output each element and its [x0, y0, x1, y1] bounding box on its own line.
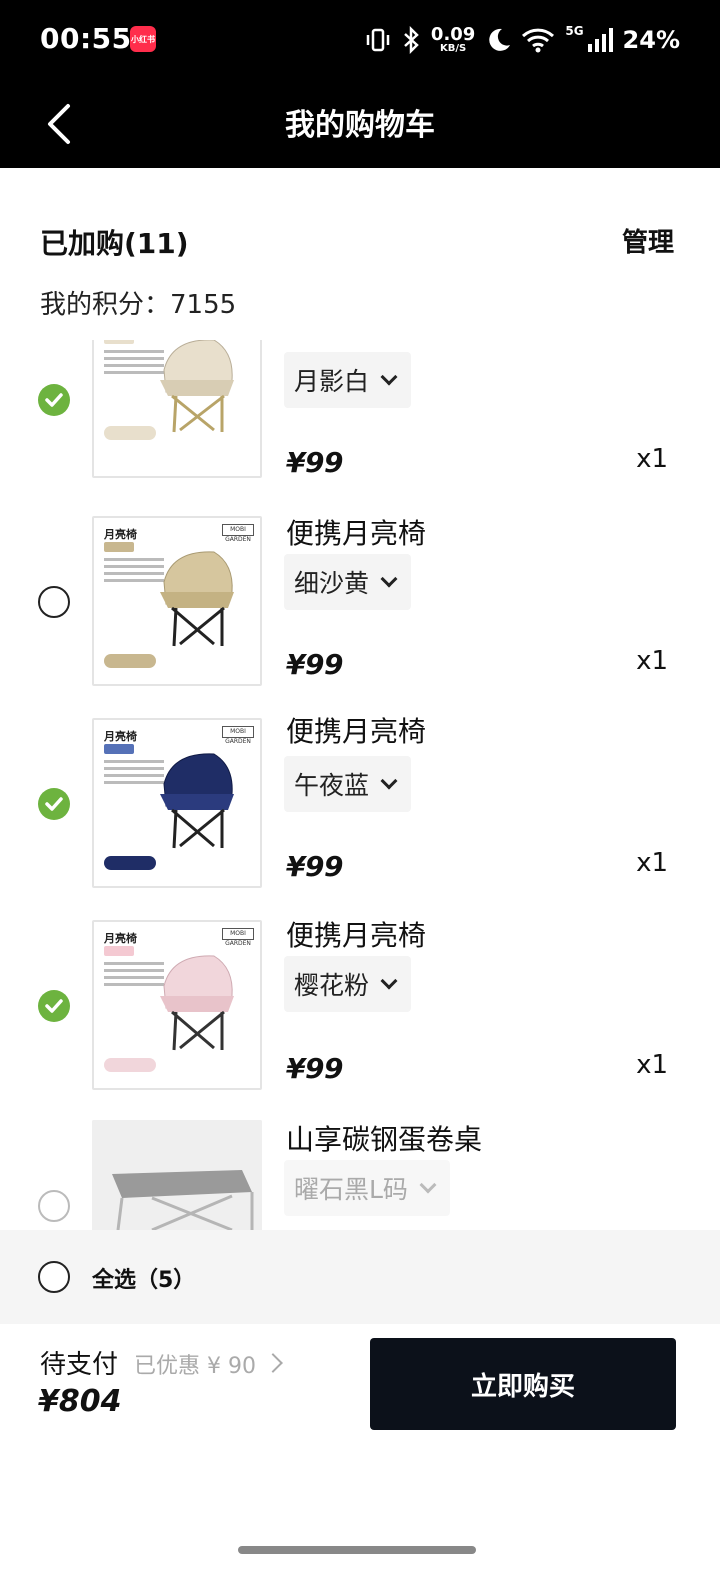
- total-price: ¥804: [38, 1384, 122, 1419]
- variant-label: 午夜蓝: [294, 771, 370, 800]
- cart-item-list[interactable]: 月影白 ¥99 x1 月亮椅 MOBI GARDEN 便携月亮椅 细沙黄 ¥99…: [0, 340, 720, 1230]
- variant-label: 细沙黄: [294, 569, 370, 598]
- chevron-down-icon: [380, 772, 398, 790]
- check-icon: [45, 797, 63, 811]
- product-image[interactable]: 月亮椅 MOBI GARDEN: [92, 516, 262, 686]
- variant-label: 月影白: [294, 367, 370, 396]
- chevron-down-icon: [419, 1176, 437, 1194]
- 5g-label: 5G: [565, 24, 584, 38]
- check-icon: [45, 999, 63, 1013]
- item-checkbox[interactable]: [38, 586, 70, 618]
- chair-illustration: [104, 551, 234, 668]
- table-illustration: [92, 1120, 262, 1230]
- item-quantity[interactable]: x1: [636, 848, 668, 878]
- cart-item[interactable]: 月亮椅 MOBI GARDEN 便携月亮椅 樱花粉 ¥99 x1: [0, 914, 720, 1114]
- product-image[interactable]: 月亮椅 MOBI GARDEN: [92, 920, 262, 1090]
- wifi-icon: [522, 28, 555, 53]
- item-price: ¥99: [286, 446, 343, 479]
- bluetooth-icon: [404, 26, 419, 54]
- buy-now-button[interactable]: 立即购买: [370, 1338, 676, 1430]
- variant-selector[interactable]: 樱花粉: [284, 956, 412, 1012]
- status-time: 00:55: [40, 22, 132, 55]
- variant-label: 曜石黑L码: [294, 1175, 408, 1204]
- select-all-checkbox[interactable]: [38, 1261, 70, 1293]
- item-quantity[interactable]: x1: [636, 1050, 668, 1080]
- moon-icon: [489, 28, 511, 51]
- check-icon: [45, 393, 63, 407]
- item-price: ¥99: [286, 648, 343, 681]
- cart-item[interactable]: 月影白 ¥99 x1: [0, 340, 720, 508]
- item-checkbox[interactable]: [38, 990, 70, 1022]
- product-name[interactable]: 便携月亮椅: [286, 914, 426, 954]
- signal-icon: [587, 28, 613, 52]
- points-text: 我的积分：7155: [40, 290, 237, 320]
- product-name[interactable]: 山享碳钢蛋卷桌: [286, 1118, 482, 1158]
- battery-level: 24%: [622, 26, 680, 54]
- cart-item[interactable]: 山享碳钢蛋卷桌 曜石黑L码: [0, 1116, 720, 1230]
- product-image[interactable]: [92, 340, 262, 478]
- discount-link[interactable]: 已优惠 ¥ 90: [134, 1348, 256, 1380]
- manage-button[interactable]: 管理: [622, 222, 674, 259]
- chevron-right-icon[interactable]: [263, 1353, 283, 1373]
- chevron-down-icon: [380, 570, 398, 588]
- variant-selector[interactable]: 月影白: [284, 352, 412, 408]
- status-bar: 00:55 小红书 0.09 KB/S 5G 24%: [0, 0, 720, 80]
- product-name[interactable]: 便携月亮椅: [286, 710, 426, 750]
- network-speed: 0.09 KB/S: [430, 24, 476, 54]
- cart-item[interactable]: 月亮椅 MOBI GARDEN 便携月亮椅 午夜蓝 ¥99 x1: [0, 712, 720, 912]
- variant-label: 樱花粉: [294, 971, 370, 1000]
- chevron-down-icon: [380, 972, 398, 990]
- product-image[interactable]: [92, 1120, 262, 1230]
- variant-selector[interactable]: 细沙黄: [284, 554, 412, 610]
- chair-illustration: [104, 340, 234, 440]
- product-image[interactable]: 月亮椅 MOBI GARDEN: [92, 718, 262, 888]
- select-all-label[interactable]: 全选（5）: [92, 1262, 195, 1294]
- variant-selector[interactable]: 曜石黑L码: [284, 1160, 450, 1216]
- chair-illustration: [104, 955, 234, 1072]
- xiaohongshu-notification-icon: 小红书: [130, 26, 156, 52]
- chair-illustration: [104, 753, 234, 870]
- cart-count-title: 已加购(11): [40, 227, 189, 260]
- item-price: ¥99: [286, 850, 343, 883]
- cart-item[interactable]: 月亮椅 MOBI GARDEN 便携月亮椅 细沙黄 ¥99 x1: [0, 510, 720, 710]
- product-name[interactable]: 便携月亮椅: [286, 512, 426, 552]
- select-all-bar: 全选（5）: [0, 1230, 720, 1324]
- item-price: ¥99: [286, 1052, 343, 1085]
- item-checkbox[interactable]: [38, 1190, 70, 1222]
- page-title: 我的购物车: [285, 108, 435, 143]
- variant-selector[interactable]: 午夜蓝: [284, 756, 412, 812]
- chevron-down-icon: [380, 368, 398, 386]
- item-quantity[interactable]: x1: [636, 444, 668, 474]
- item-checkbox[interactable]: [38, 788, 70, 820]
- pending-payment-label: 待支付: [40, 1350, 119, 1380]
- home-indicator[interactable]: [238, 1546, 476, 1554]
- status-icons: 0.09 KB/S 5G 24%: [365, 20, 680, 60]
- item-checkbox[interactable]: [38, 384, 70, 416]
- top-bar: 00:55 小红书 0.09 KB/S 5G 24% 我的购物车: [0, 0, 720, 168]
- vibrate-icon: [366, 28, 390, 52]
- item-quantity[interactable]: x1: [636, 646, 668, 676]
